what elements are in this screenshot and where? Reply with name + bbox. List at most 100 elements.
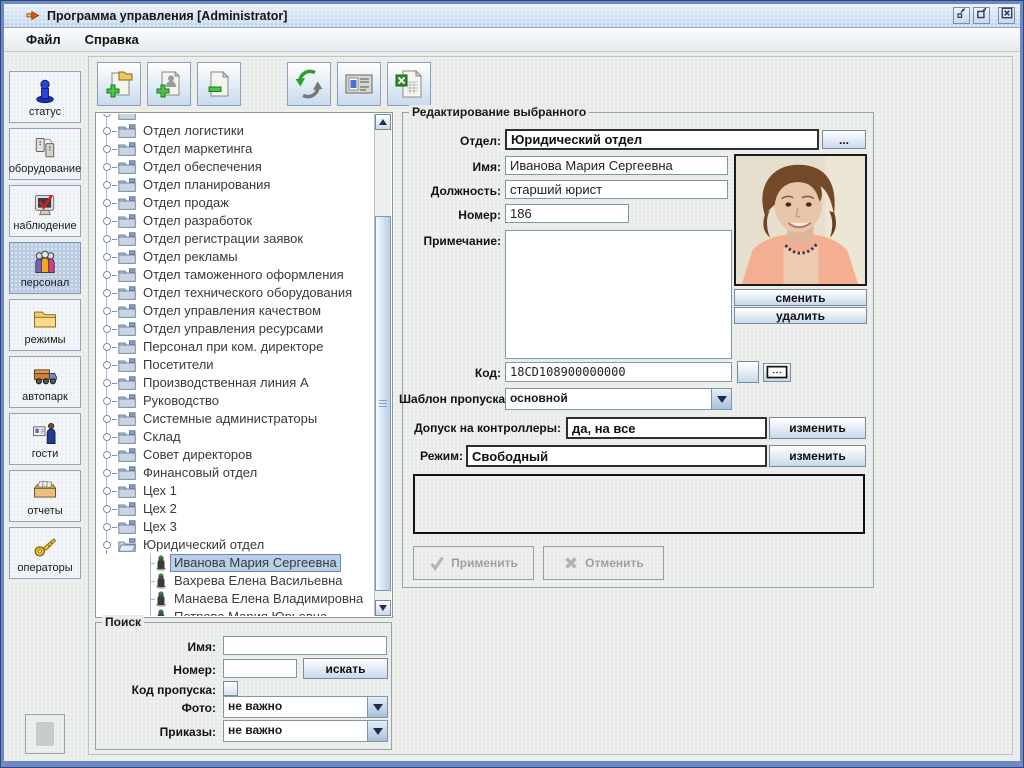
maximize-button[interactable] xyxy=(973,7,990,24)
add-person-button[interactable] xyxy=(147,62,191,106)
tree-department-label[interactable]: Системные администраторы xyxy=(140,411,320,427)
sidebar-item-персонал[interactable]: персонал xyxy=(9,242,81,294)
tree-member-row[interactable]: Манаева Елена Владимировна xyxy=(97,590,374,608)
tree-department-row[interactable]: Производственная линия А xyxy=(97,374,374,392)
tree-department-label[interactable]: Цех 2 xyxy=(140,501,180,517)
tree-department-label[interactable]: Производственная линия А xyxy=(140,375,312,391)
tree-expand-handle-icon[interactable] xyxy=(101,518,118,536)
tree-department-row[interactable]: Отдел планирования xyxy=(97,176,374,194)
code-card-button[interactable] xyxy=(763,363,791,382)
note-field[interactable] xyxy=(505,230,732,359)
tree-department-label[interactable]: Отдел логистики xyxy=(140,123,247,139)
tree-expand-handle-icon[interactable] xyxy=(101,302,118,320)
number-field[interactable] xyxy=(505,204,629,223)
scroll-up-button[interactable] xyxy=(375,114,391,130)
tree-expand-handle-icon[interactable] xyxy=(101,536,118,554)
chevron-down-icon[interactable] xyxy=(367,721,387,741)
tree-department-row[interactable]: Цех 3 xyxy=(97,518,374,536)
tree-department-row[interactable]: Цех 1 xyxy=(97,482,374,500)
tree-department-label[interactable]: Отдел разработок xyxy=(140,213,255,229)
tree-expand-handle-icon[interactable] xyxy=(101,266,118,284)
tree-expand-handle-icon[interactable] xyxy=(101,194,118,212)
code-paste-button[interactable] xyxy=(737,361,759,383)
tree-scrollbar[interactable] xyxy=(374,114,391,616)
tree-department-label[interactable]: Склад xyxy=(140,429,184,445)
tree-department-label[interactable]: Отдел маркетинга xyxy=(140,141,255,157)
refresh-button[interactable] xyxy=(287,62,331,106)
tree-expand-handle-icon[interactable] xyxy=(101,248,118,266)
tree-expand-handle-icon[interactable] xyxy=(101,428,118,446)
tree-department-row[interactable]: Отдел рекламы xyxy=(97,248,374,266)
minimize-button[interactable] xyxy=(953,7,970,24)
tree-department-label[interactable]: Цех 1 xyxy=(140,483,180,499)
tree-expand-handle-icon[interactable] xyxy=(101,410,118,428)
tree-department-label[interactable]: Отдел продаж xyxy=(140,195,232,211)
tree-member-row[interactable]: Иванова Мария Сергеевна xyxy=(97,554,374,572)
add-group-button[interactable] xyxy=(97,62,141,106)
tree-department-row[interactable]: Отдел регистрации заявок xyxy=(97,230,374,248)
tree-department-label[interactable]: Финансовый отдел xyxy=(140,465,260,481)
tree-department-row[interactable]: Финансовый отдел xyxy=(97,464,374,482)
tree-department-row[interactable]: Отдел продаж xyxy=(97,194,374,212)
tree-expand-handle-icon[interactable] xyxy=(101,338,118,356)
search-number-input[interactable] xyxy=(223,659,297,678)
name-field[interactable] xyxy=(505,156,728,175)
photo-delete-button[interactable]: удалить xyxy=(734,307,867,324)
sidebar-item-оборудование[interactable]: оборудование xyxy=(9,128,81,180)
tree-department-row[interactable]: Склад xyxy=(97,428,374,446)
tree-department-label[interactable]: Совет директоров xyxy=(140,447,255,463)
search-orders-select[interactable]: не важно xyxy=(223,720,388,742)
tree-department-label[interactable]: Отдел технического оборудования xyxy=(140,285,355,301)
tree-expand-handle-icon[interactable] xyxy=(101,176,118,194)
tree-department-row[interactable]: Цех 2 xyxy=(97,500,374,518)
tree-expand-handle-icon[interactable] xyxy=(101,230,118,248)
search-button[interactable]: искать xyxy=(303,658,388,679)
tree-department-label[interactable]: Отдел управления качеством xyxy=(140,303,324,319)
tree-department-row[interactable]: Отдел технического оборудования xyxy=(97,284,374,302)
scroll-down-button[interactable] xyxy=(375,600,391,616)
tree-expand-handle-icon[interactable] xyxy=(101,446,118,464)
tree-expand-handle-icon[interactable] xyxy=(101,392,118,410)
tree-department-row[interactable]: Отдел логистики xyxy=(97,122,374,140)
apply-button[interactable]: Применить xyxy=(413,546,534,580)
tree-expand-handle-icon[interactable] xyxy=(101,320,118,338)
tree-member-row[interactable]: Вахрева Елена Васильевна xyxy=(97,572,374,590)
department-tree[interactable]: Отдел логистики Отдел маркетинга Отдел о… xyxy=(97,114,374,616)
tree-expand-handle-icon[interactable] xyxy=(101,284,118,302)
tree-department-label[interactable]: Отдел обеспечения xyxy=(140,159,265,175)
search-name-input[interactable] xyxy=(223,636,387,655)
excel-export-button[interactable] xyxy=(387,62,431,106)
sidebar-item-отчеты[interactable]: отчеты xyxy=(9,470,81,522)
tree-department-label[interactable]: Посетители xyxy=(140,357,217,373)
controllers-access-change-button[interactable]: изменить xyxy=(769,417,866,439)
department-field[interactable]: Юридический отдел xyxy=(505,129,819,150)
tree-department-row[interactable]: Отдел управления ресурсами xyxy=(97,320,374,338)
tree-department-row[interactable]: Юридический отдел xyxy=(97,536,374,554)
cancel-button[interactable]: Отменить xyxy=(543,546,664,580)
tree-expand-handle-icon[interactable] xyxy=(101,500,118,518)
sidebar-item-режимы[interactable]: режимы xyxy=(9,299,81,351)
tree-department-label[interactable]: Отдел таможенного оформления xyxy=(140,267,347,283)
menu-item-1[interactable]: Справка xyxy=(75,30,149,49)
tree-member-label[interactable]: Иванова Мария Сергеевна xyxy=(171,555,340,571)
tree-member-label[interactable]: Петрова Мария Юрьевна xyxy=(171,609,330,616)
tree-expand-handle-icon[interactable] xyxy=(101,356,118,374)
sidebar-item-статус[interactable]: статус xyxy=(9,71,81,123)
tree-department-label[interactable]: Персонал при ком. директоре xyxy=(140,339,326,355)
tree-expand-handle-icon[interactable] xyxy=(101,482,118,500)
tree-department-row[interactable]: Совет директоров xyxy=(97,446,374,464)
chevron-down-icon[interactable] xyxy=(367,697,387,717)
tree-department-row[interactable]: Руководство xyxy=(97,392,374,410)
tree-department-label[interactable]: Юридический отдел xyxy=(140,537,267,553)
tree-department-label[interactable]: Цех 3 xyxy=(140,519,180,535)
title-bar[interactable]: Программа управления [Administrator] xyxy=(4,4,1020,28)
chevron-down-icon[interactable] xyxy=(711,389,731,409)
sidebar-extra-button-disabled[interactable] xyxy=(25,714,65,754)
sidebar-item-гости[interactable]: гости xyxy=(9,413,81,465)
mode-change-button[interactable]: изменить xyxy=(769,445,866,467)
tree-expand-handle-icon[interactable] xyxy=(101,158,118,176)
sidebar-item-наблюдение[interactable]: наблюдение xyxy=(9,185,81,237)
tree-department-row[interactable]: Отдел таможенного оформления xyxy=(97,266,374,284)
tree-department-row[interactable]: Отдел обеспечения xyxy=(97,158,374,176)
tree-expand-handle-icon[interactable] xyxy=(101,212,118,230)
